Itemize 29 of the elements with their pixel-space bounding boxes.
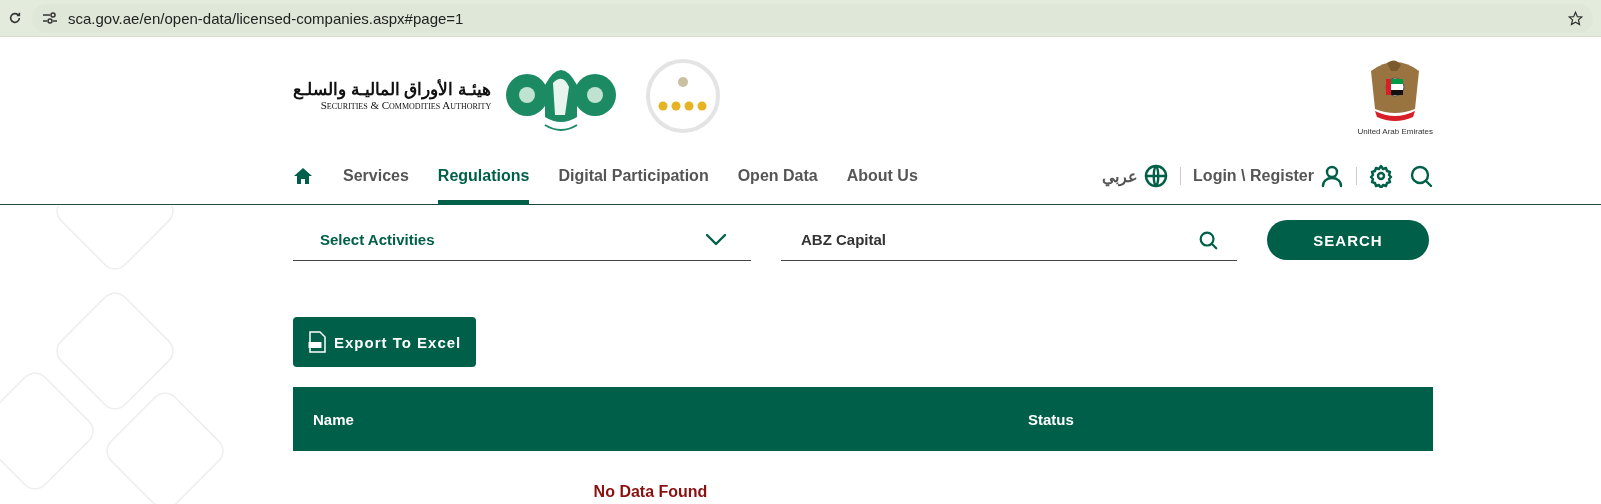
settings-icon [1369, 164, 1393, 188]
xls-file-icon [308, 331, 326, 353]
activities-select[interactable]: Select Activities [293, 219, 751, 261]
address-bar[interactable]: sca.gov.ae/en/open-data/licensed-companies.aspx#page=1 [32, 3, 1593, 33]
nav-link[interactable]: About Us [846, 147, 918, 205]
nav-link[interactable]: Services [343, 147, 409, 205]
url-text: sca.gov.ae/en/open-data/licensed-companies.aspx#page=1 [68, 9, 464, 27]
language-link[interactable]: عربي [1102, 164, 1169, 188]
export-excel-button[interactable]: Export To Excel [293, 317, 477, 367]
column-header: Name [313, 410, 355, 428]
chevron-down-icon [705, 232, 727, 247]
reload-icon[interactable] [8, 11, 22, 25]
user-icon [1320, 164, 1344, 188]
search-icon [1409, 164, 1433, 188]
bookmark-star-icon[interactable] [1568, 10, 1583, 26]
logo-arabic-text: هيئـة الأوراق الماليـة والسلـع [293, 80, 492, 100]
globe-icon [1144, 164, 1169, 188]
logo-english-text: Securities & Commodities Authority [320, 99, 492, 112]
emblem-caption: United Arab Emirates [1357, 126, 1433, 136]
home-icon[interactable] [293, 167, 313, 185]
nav-link[interactable]: Open Data [737, 147, 818, 205]
nav-link[interactable]: Digital Participation [558, 147, 709, 205]
column-header: Status [1028, 410, 1075, 428]
company-search-field[interactable]: ABZ Capital [799, 230, 1197, 249]
no-data-message: No Data Found [592, 483, 709, 501]
search-button[interactable]: SEARCH [1267, 220, 1429, 260]
login-register-link[interactable]: Login \ Register [1193, 164, 1344, 188]
nav-link[interactable]: Regulations [437, 147, 530, 205]
site-settings-icon[interactable] [42, 11, 58, 25]
